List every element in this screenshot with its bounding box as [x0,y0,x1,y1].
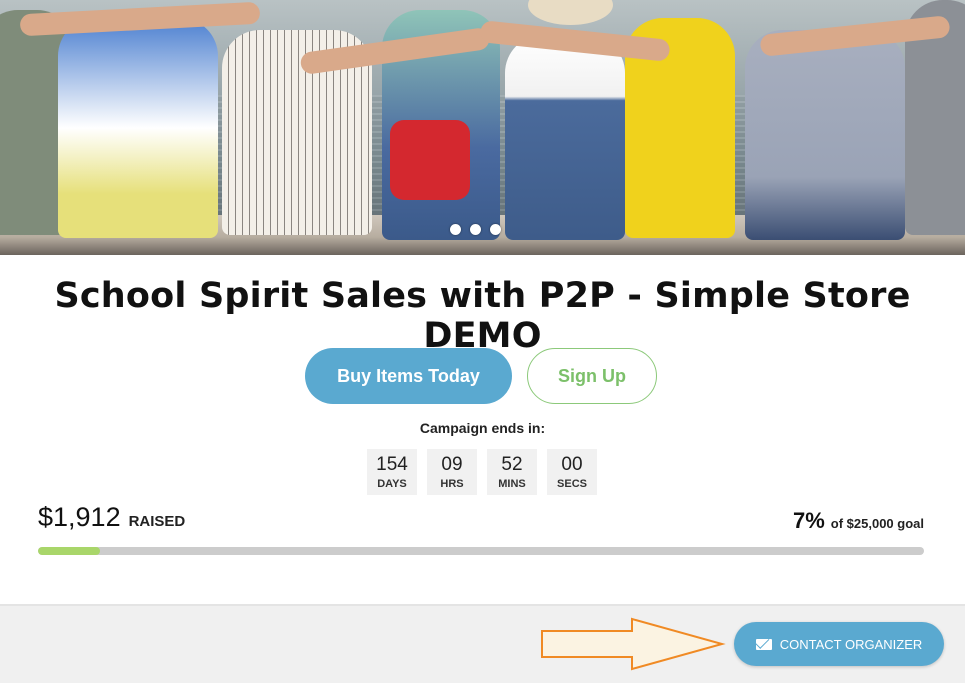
countdown-timer: 154 DAYS 09 HRS 52 MINS 00 SECS [367,449,597,495]
contact-organizer-label: CONTACT ORGANIZER [779,636,923,652]
contact-organizer-button[interactable]: CONTACT ORGANIZER [734,622,944,666]
goal-text: of $25,000 goal [830,516,924,531]
envelope-icon [755,638,772,650]
raised-amount: $1,912 [38,502,121,532]
progress-fill [38,547,101,555]
hero-hat [528,0,613,25]
countdown-label: HRS [440,478,464,490]
hero-person [505,35,625,240]
carousel-dot[interactable] [450,224,461,235]
goal-summary: 7% of $25,000 goal [793,508,924,534]
progress-bar [38,547,924,555]
amount-raised: $1,912 RAISED [38,502,185,533]
hero-person [58,18,218,238]
hero-person [390,120,470,200]
countdown-days: 154 DAYS [367,449,417,495]
countdown-label: MINS [498,478,526,490]
sign-up-button[interactable]: Sign Up [527,348,657,404]
countdown-value: 00 [561,454,583,475]
hero-banner [0,0,965,255]
buy-items-button[interactable]: Buy Items Today [305,348,512,404]
countdown-label: DAYS [377,478,407,490]
countdown-label: SECS [557,478,587,490]
countdown-value: 09 [441,454,463,475]
goal-percent: 7% [792,508,825,533]
countdown-hours: 09 HRS [427,449,477,495]
countdown-value: 154 [376,454,408,475]
carousel-dots [450,224,501,235]
campaign-title: School Spirit Sales with P2P - Simple St… [54,276,911,356]
countdown-value: 52 [501,454,523,475]
pointer-arrow-icon [541,617,726,671]
raised-label: RAISED [128,513,186,530]
countdown-seconds: 00 SECS [547,449,597,495]
carousel-dot[interactable] [470,224,481,235]
countdown-minutes: 52 MINS [487,449,537,495]
countdown-heading: Campaign ends in: [419,420,546,436]
carousel-dot[interactable] [490,224,501,235]
hero-person [745,30,905,240]
